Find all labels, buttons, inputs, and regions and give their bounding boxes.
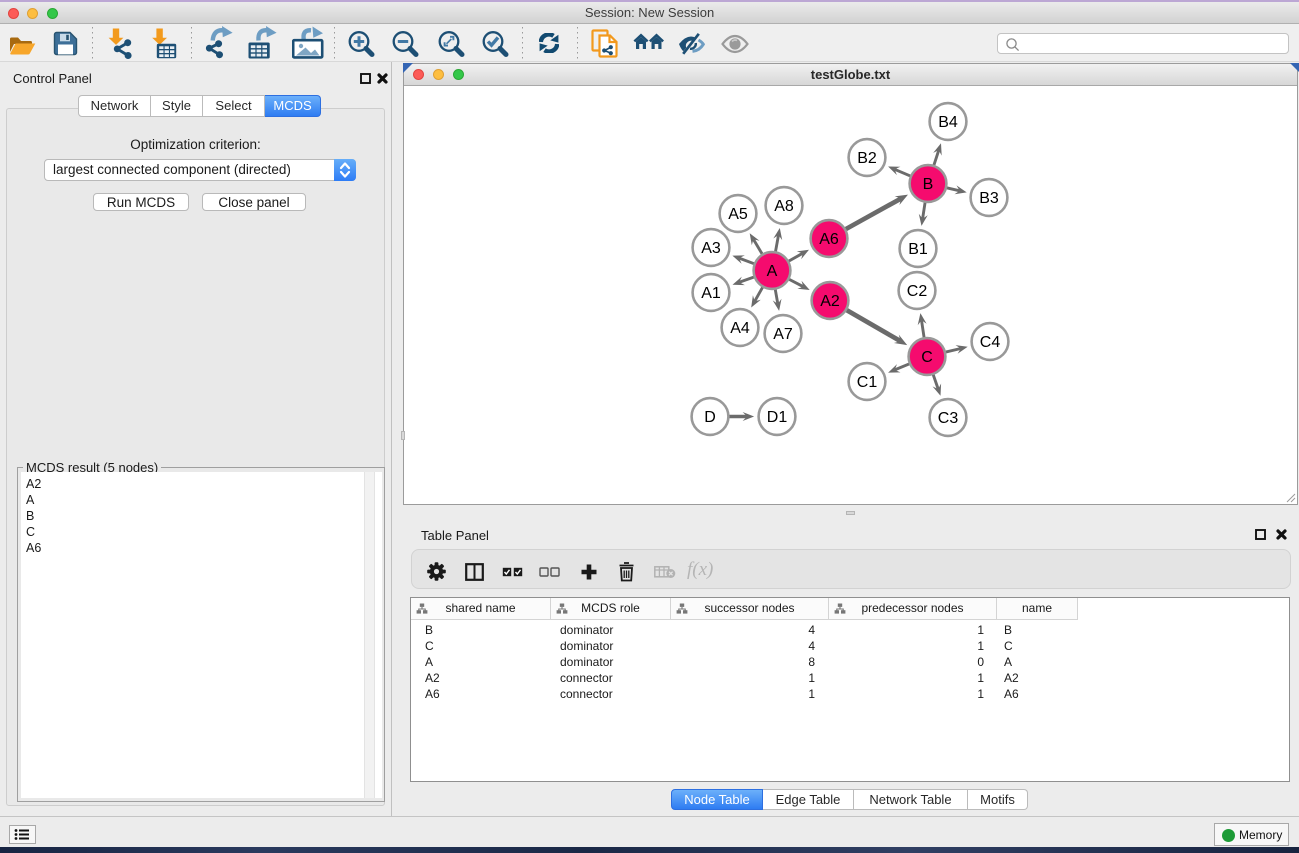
svg-text:A6: A6 <box>819 231 839 248</box>
svg-text:A3: A3 <box>701 240 721 257</box>
svg-text:B1: B1 <box>908 241 928 258</box>
svg-text:C1: C1 <box>857 374 878 391</box>
svg-text:A5: A5 <box>728 206 748 223</box>
svg-text:B4: B4 <box>938 114 958 131</box>
svg-text:C3: C3 <box>938 410 959 427</box>
svg-text:A: A <box>767 263 778 280</box>
svg-text:C2: C2 <box>907 283 928 300</box>
svg-text:B: B <box>923 176 934 193</box>
svg-text:A2: A2 <box>820 293 840 310</box>
svg-text:B2: B2 <box>857 150 877 167</box>
svg-text:A7: A7 <box>773 326 793 343</box>
svg-text:D1: D1 <box>767 409 788 426</box>
svg-text:D: D <box>704 409 716 426</box>
svg-text:B3: B3 <box>979 190 999 207</box>
svg-text:C4: C4 <box>980 334 1001 351</box>
svg-text:A8: A8 <box>774 198 794 215</box>
svg-text:A4: A4 <box>730 320 750 337</box>
svg-text:C: C <box>921 349 933 366</box>
svg-text:A1: A1 <box>701 285 721 302</box>
